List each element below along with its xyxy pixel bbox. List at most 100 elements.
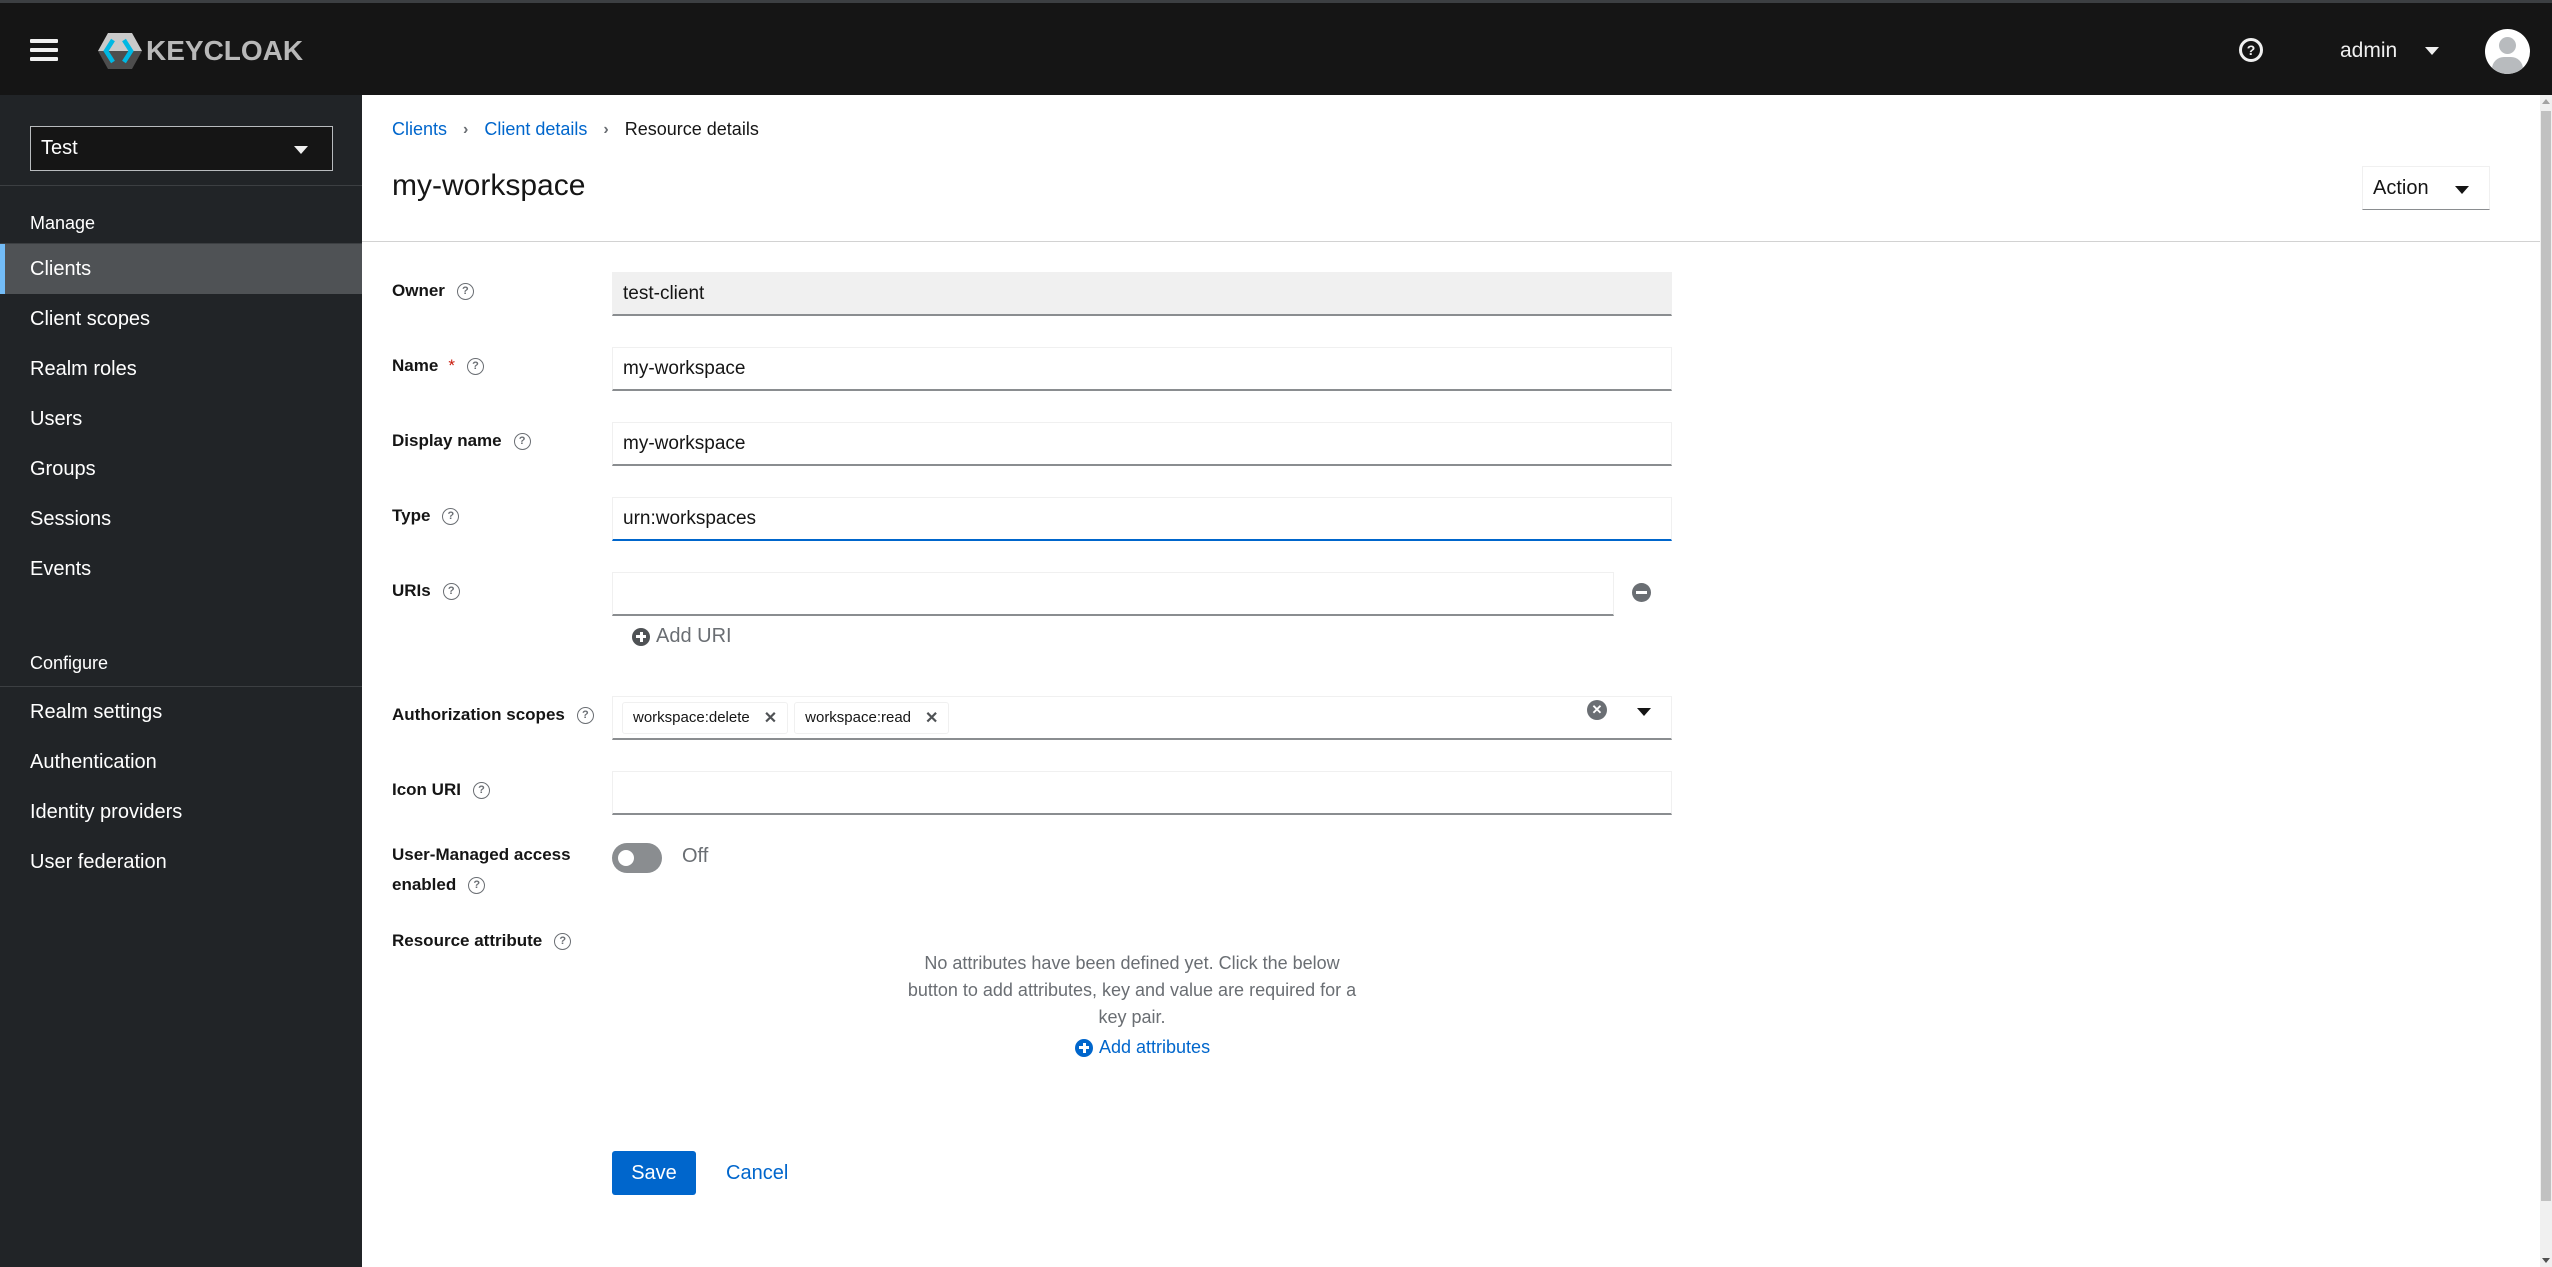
switch-state-label: Off — [682, 845, 709, 867]
title-divider — [362, 241, 2540, 242]
authorization-scopes-label-text: Authorization scopes — [392, 705, 565, 724]
sidebar: Test Manage Clients Client scopes Realm … — [0, 95, 362, 1267]
help-icon[interactable]: ? — [472, 781, 490, 799]
sidebar-item-clients[interactable]: Clients — [0, 244, 362, 294]
required-indicator: * — [448, 356, 455, 375]
realm-selector-value: Test — [41, 137, 78, 159]
sidebar-item-users[interactable]: Users — [0, 394, 362, 444]
authorization-scopes-select[interactable]: workspace:delete ✕ workspace:read ✕ — [612, 696, 1672, 740]
sidebar-item-sessions[interactable]: Sessions — [0, 494, 362, 544]
help-icon[interactable]: ? — [468, 876, 486, 894]
help-icon[interactable]: ? — [554, 932, 572, 950]
close-icon[interactable]: ✕ — [764, 708, 777, 728]
resource-attribute-label-text: Resource attribute — [392, 931, 543, 950]
hamburger-icon[interactable] — [30, 39, 58, 61]
icon-uri-field[interactable] — [612, 771, 1672, 815]
scroll-down-icon[interactable] — [2542, 1258, 2550, 1263]
display-name-label: Display name ? — [392, 431, 531, 451]
close-icon[interactable]: ✕ — [925, 708, 938, 728]
avatar-body — [2492, 57, 2523, 74]
scrollbar-thumb[interactable] — [2541, 111, 2551, 1201]
icon-uri-label: Icon URI ? — [392, 780, 490, 800]
owner-field[interactable] — [612, 272, 1672, 316]
icon-uri-label-text: Icon URI — [392, 780, 461, 799]
sidebar-item-user-federation[interactable]: User federation — [0, 837, 362, 887]
caret-down-icon[interactable] — [1637, 708, 1651, 716]
owner-label: Owner ? — [392, 281, 474, 301]
action-dropdown[interactable]: Action — [2362, 166, 2490, 210]
uri-field[interactable] — [612, 572, 1614, 616]
sidebar-section-manage: Manage — [30, 213, 96, 233]
sidebar-section-configure: Configure — [30, 653, 109, 673]
resource-attribute-label: Resource attribute ? — [392, 931, 572, 951]
user-managed-access-switch[interactable] — [612, 843, 662, 873]
help-icon[interactable]: ? — [513, 432, 531, 450]
type-field[interactable] — [612, 497, 1672, 541]
breadcrumb-resource-details: Resource details — [624, 119, 759, 139]
avatar[interactable] — [2485, 29, 2530, 74]
sidebar-item-identity-providers[interactable]: Identity providers — [0, 787, 362, 837]
help-icon[interactable]: ? — [2239, 38, 2263, 62]
page-title: my-workspace — [392, 169, 586, 202]
scope-chip: workspace:delete ✕ — [622, 701, 789, 734]
type-label: Type ? — [392, 506, 460, 526]
cancel-button[interactable]: Cancel — [716, 1151, 798, 1195]
owner-label-text: Owner — [392, 281, 445, 300]
vertical-scrollbar[interactable] — [2540, 95, 2552, 1267]
name-label: Name * ? — [392, 356, 484, 376]
caret-down-icon — [2425, 47, 2440, 55]
authorization-scopes-label: Authorization scopes ? — [392, 705, 594, 725]
keycloak-logo[interactable]: KEYCLOAK — [96, 31, 303, 71]
help-icon[interactable]: ? — [466, 357, 484, 375]
scope-chip-label: workspace:read — [805, 709, 912, 726]
breadcrumb-clients[interactable]: Clients — [392, 119, 447, 140]
user-name: admin — [2340, 39, 2398, 62]
empty-state-text: No attributes have been defined yet. Cli… — [907, 953, 1357, 1027]
name-field[interactable] — [612, 347, 1672, 391]
user-managed-access-label-line2: enabled — [392, 875, 457, 894]
add-attributes-button[interactable]: Add attributes — [1075, 1037, 1210, 1058]
main-content: Clients › Client details › Resource deta… — [362, 95, 2540, 1267]
name-label-text: Name — [392, 356, 439, 375]
clear-all-icon[interactable]: ✕ — [1587, 700, 1607, 720]
breadcrumb-client-details[interactable]: Client details — [484, 119, 587, 140]
sidebar-divider — [0, 185, 362, 186]
scope-chip-label: workspace:delete — [633, 709, 750, 726]
display-name-label-text: Display name — [392, 431, 502, 450]
display-name-field[interactable] — [612, 422, 1672, 466]
uris-label-text: URIs — [392, 581, 431, 600]
help-icon[interactable]: ? — [442, 507, 460, 525]
sidebar-item-realm-roles[interactable]: Realm roles — [0, 344, 362, 394]
action-dropdown-label: Action — [2373, 176, 2429, 199]
sidebar-item-realm-settings[interactable]: Realm settings — [0, 687, 362, 737]
caret-down-icon — [294, 146, 308, 154]
add-attributes-label: Add attributes — [1099, 1037, 1211, 1057]
scroll-up-icon[interactable] — [2542, 99, 2550, 104]
brand-name: KEYCLOAK — [146, 35, 304, 66]
breadcrumb: Clients › Client details › Resource deta… — [392, 119, 759, 140]
sidebar-item-authentication[interactable]: Authentication — [0, 737, 362, 787]
masthead: KEYCLOAK ? admin — [0, 0, 2552, 95]
keycloak-hex-icon — [98, 33, 142, 69]
chevron-right-icon: › — [603, 120, 609, 138]
minus-circle-icon[interactable] — [1632, 583, 1651, 602]
add-uri-button[interactable]: Add URI — [632, 625, 732, 648]
caret-down-icon — [2455, 186, 2469, 194]
add-uri-label: Add URI — [656, 625, 732, 647]
type-label-text: Type — [392, 506, 431, 525]
sidebar-item-events[interactable]: Events — [0, 544, 362, 594]
user-managed-access-label: User-Managed access enabled ? — [392, 840, 571, 900]
avatar-head — [2499, 37, 2516, 54]
sidebar-item-groups[interactable]: Groups — [0, 444, 362, 494]
sidebar-item-client-scopes[interactable]: Client scopes — [0, 294, 362, 344]
help-icon[interactable]: ? — [442, 582, 460, 600]
realm-selector[interactable]: Test — [30, 126, 333, 171]
save-button[interactable]: Save — [612, 1151, 696, 1195]
help-icon[interactable]: ? — [576, 706, 594, 724]
user-managed-access-label-line1: User-Managed access — [392, 845, 571, 864]
chevron-right-icon: › — [463, 120, 469, 138]
user-menu-toggle[interactable]: admin — [2340, 33, 2440, 69]
uris-label: URIs ? — [392, 581, 460, 601]
help-icon[interactable]: ? — [456, 282, 474, 300]
plus-circle-icon — [632, 627, 650, 646]
